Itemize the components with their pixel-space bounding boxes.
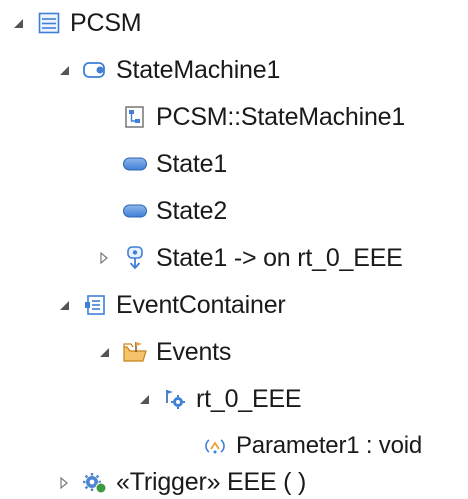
tree-item-rt-0-eee[interactable]: rt_0_EEE — [134, 376, 302, 422]
tree-item-label: rt_0_EEE — [196, 384, 302, 413]
event-container-icon — [82, 292, 108, 318]
tree-item-label: Parameter1 : void — [236, 432, 423, 459]
tree-item-label: EventContainer — [116, 290, 286, 319]
expanded-arrow-icon[interactable] — [8, 13, 28, 33]
tree-item-label: State2 — [156, 196, 228, 225]
tree-item-label: State1 — [156, 149, 228, 178]
no-arrow-spacer — [94, 107, 114, 127]
tree-item-state2[interactable]: State2 — [94, 188, 227, 234]
tree-item-label: «Trigger» EEE ( ) — [116, 468, 307, 496]
parameter-icon — [202, 433, 228, 459]
event-icon — [162, 386, 188, 412]
tree-item-parameter1[interactable]: Parameter1 : void — [174, 423, 422, 469]
state-machine-icon — [82, 57, 108, 83]
tree-item-trigger[interactable]: «Trigger» EEE ( ) — [54, 466, 306, 499]
state-icon — [122, 198, 148, 224]
state-icon — [122, 151, 148, 177]
folder-icon — [122, 339, 148, 365]
tree-item-transition[interactable]: State1 -> on rt_0_EEE — [94, 235, 403, 281]
collapsed-arrow-icon[interactable] — [54, 473, 74, 493]
tree-item-diagram[interactable]: PCSM::StateMachine1 — [94, 94, 405, 140]
expanded-arrow-icon[interactable] — [94, 342, 114, 362]
collapsed-arrow-icon[interactable] — [94, 248, 114, 268]
tree-item-statemachine1[interactable]: StateMachine1 — [54, 47, 280, 93]
transition-icon — [122, 245, 148, 271]
tree-item-label: Events — [156, 337, 232, 366]
tree-item-label: PCSM::StateMachine1 — [156, 102, 406, 131]
trigger-icon — [82, 470, 108, 496]
tree-item-state1[interactable]: State1 — [94, 141, 227, 187]
tree-item-label: State1 -> on rt_0_EEE — [156, 243, 403, 272]
tree-item-label: PCSM — [70, 8, 142, 37]
expanded-arrow-icon[interactable] — [54, 295, 74, 315]
no-arrow-spacer — [174, 436, 194, 456]
diagram-icon — [122, 104, 148, 130]
no-arrow-spacer — [94, 154, 114, 174]
model-tree: PCSM StateMachine1 PCSM::StateMachine1 S… — [0, 0, 468, 499]
tree-item-pcsm[interactable]: PCSM — [8, 0, 142, 46]
model-file-icon — [36, 10, 62, 36]
tree-item-eventcontainer[interactable]: EventContainer — [54, 282, 286, 328]
no-arrow-spacer — [94, 201, 114, 221]
expanded-arrow-icon[interactable] — [54, 60, 74, 80]
expanded-arrow-icon[interactable] — [134, 389, 154, 409]
tree-item-label: StateMachine1 — [116, 55, 281, 84]
tree-item-events[interactable]: Events — [94, 329, 231, 375]
